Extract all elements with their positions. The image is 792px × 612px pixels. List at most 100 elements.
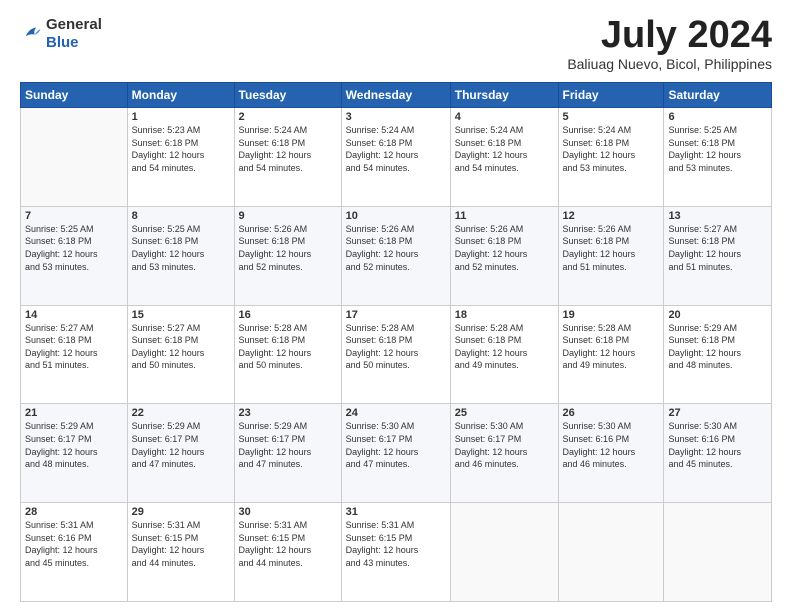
day-info: Sunrise: 5:30 AM Sunset: 6:17 PM Dayligh… <box>346 420 446 470</box>
week-row-5: 28Sunrise: 5:31 AM Sunset: 6:16 PM Dayli… <box>21 503 772 602</box>
day-cell: 9Sunrise: 5:26 AM Sunset: 6:18 PM Daylig… <box>234 206 341 305</box>
day-number: 29 <box>132 506 230 518</box>
day-number: 12 <box>563 210 660 222</box>
day-info: Sunrise: 5:29 AM Sunset: 6:17 PM Dayligh… <box>25 420 123 470</box>
col-header-monday: Monday <box>127 83 234 108</box>
day-cell: 26Sunrise: 5:30 AM Sunset: 6:16 PM Dayli… <box>558 404 664 503</box>
col-header-friday: Friday <box>558 83 664 108</box>
day-info: Sunrise: 5:24 AM Sunset: 6:18 PM Dayligh… <box>346 124 446 174</box>
header: General Blue July 2024 Baliuag Nuevo, Bi… <box>20 16 772 72</box>
col-header-thursday: Thursday <box>450 83 558 108</box>
day-info: Sunrise: 5:25 AM Sunset: 6:18 PM Dayligh… <box>668 124 767 174</box>
day-cell: 8Sunrise: 5:25 AM Sunset: 6:18 PM Daylig… <box>127 206 234 305</box>
calendar-table: SundayMondayTuesdayWednesdayThursdayFrid… <box>20 82 772 602</box>
day-info: Sunrise: 5:31 AM Sunset: 6:15 PM Dayligh… <box>239 519 337 569</box>
day-info: Sunrise: 5:31 AM Sunset: 6:15 PM Dayligh… <box>132 519 230 569</box>
day-number: 6 <box>668 111 767 123</box>
day-info: Sunrise: 5:28 AM Sunset: 6:18 PM Dayligh… <box>346 322 446 372</box>
day-cell: 19Sunrise: 5:28 AM Sunset: 6:18 PM Dayli… <box>558 305 664 404</box>
day-info: Sunrise: 5:28 AM Sunset: 6:18 PM Dayligh… <box>455 322 554 372</box>
day-number: 21 <box>25 407 123 419</box>
day-info: Sunrise: 5:29 AM Sunset: 6:17 PM Dayligh… <box>132 420 230 470</box>
day-cell: 22Sunrise: 5:29 AM Sunset: 6:17 PM Dayli… <box>127 404 234 503</box>
month-year-title: July 2024 <box>567 16 772 54</box>
day-number: 19 <box>563 309 660 321</box>
day-info: Sunrise: 5:29 AM Sunset: 6:18 PM Dayligh… <box>668 322 767 372</box>
day-number: 4 <box>455 111 554 123</box>
day-number: 9 <box>239 210 337 222</box>
day-info: Sunrise: 5:23 AM Sunset: 6:18 PM Dayligh… <box>132 124 230 174</box>
day-number: 25 <box>455 407 554 419</box>
day-info: Sunrise: 5:27 AM Sunset: 6:18 PM Dayligh… <box>25 322 123 372</box>
logo-bird-icon <box>20 23 42 45</box>
col-header-sunday: Sunday <box>21 83 128 108</box>
day-number: 27 <box>668 407 767 419</box>
header-row: SundayMondayTuesdayWednesdayThursdayFrid… <box>21 83 772 108</box>
day-number: 13 <box>668 210 767 222</box>
day-cell: 12Sunrise: 5:26 AM Sunset: 6:18 PM Dayli… <box>558 206 664 305</box>
day-cell: 18Sunrise: 5:28 AM Sunset: 6:18 PM Dayli… <box>450 305 558 404</box>
day-number: 30 <box>239 506 337 518</box>
day-cell <box>450 503 558 602</box>
week-row-1: 1Sunrise: 5:23 AM Sunset: 6:18 PM Daylig… <box>21 108 772 207</box>
day-cell: 6Sunrise: 5:25 AM Sunset: 6:18 PM Daylig… <box>664 108 772 207</box>
day-info: Sunrise: 5:25 AM Sunset: 6:18 PM Dayligh… <box>132 223 230 273</box>
day-cell: 16Sunrise: 5:28 AM Sunset: 6:18 PM Dayli… <box>234 305 341 404</box>
day-cell: 17Sunrise: 5:28 AM Sunset: 6:18 PM Dayli… <box>341 305 450 404</box>
day-number: 14 <box>25 309 123 321</box>
day-cell: 30Sunrise: 5:31 AM Sunset: 6:15 PM Dayli… <box>234 503 341 602</box>
day-cell: 21Sunrise: 5:29 AM Sunset: 6:17 PM Dayli… <box>21 404 128 503</box>
logo-text: General Blue <box>46 16 102 52</box>
day-cell: 7Sunrise: 5:25 AM Sunset: 6:18 PM Daylig… <box>21 206 128 305</box>
day-cell: 1Sunrise: 5:23 AM Sunset: 6:18 PM Daylig… <box>127 108 234 207</box>
day-info: Sunrise: 5:31 AM Sunset: 6:15 PM Dayligh… <box>346 519 446 569</box>
day-info: Sunrise: 5:25 AM Sunset: 6:18 PM Dayligh… <box>25 223 123 273</box>
day-cell: 2Sunrise: 5:24 AM Sunset: 6:18 PM Daylig… <box>234 108 341 207</box>
logo: General Blue <box>20 16 102 52</box>
day-cell: 13Sunrise: 5:27 AM Sunset: 6:18 PM Dayli… <box>664 206 772 305</box>
day-number: 18 <box>455 309 554 321</box>
day-info: Sunrise: 5:31 AM Sunset: 6:16 PM Dayligh… <box>25 519 123 569</box>
day-info: Sunrise: 5:29 AM Sunset: 6:17 PM Dayligh… <box>239 420 337 470</box>
day-number: 11 <box>455 210 554 222</box>
day-cell: 10Sunrise: 5:26 AM Sunset: 6:18 PM Dayli… <box>341 206 450 305</box>
day-number: 2 <box>239 111 337 123</box>
day-info: Sunrise: 5:28 AM Sunset: 6:18 PM Dayligh… <box>239 322 337 372</box>
day-cell: 3Sunrise: 5:24 AM Sunset: 6:18 PM Daylig… <box>341 108 450 207</box>
day-cell: 4Sunrise: 5:24 AM Sunset: 6:18 PM Daylig… <box>450 108 558 207</box>
day-number: 22 <box>132 407 230 419</box>
day-number: 20 <box>668 309 767 321</box>
day-info: Sunrise: 5:30 AM Sunset: 6:16 PM Dayligh… <box>563 420 660 470</box>
logo-line1: General <box>46 16 102 34</box>
day-info: Sunrise: 5:30 AM Sunset: 6:16 PM Dayligh… <box>668 420 767 470</box>
day-cell <box>558 503 664 602</box>
day-cell: 11Sunrise: 5:26 AM Sunset: 6:18 PM Dayli… <box>450 206 558 305</box>
col-header-saturday: Saturday <box>664 83 772 108</box>
day-cell: 29Sunrise: 5:31 AM Sunset: 6:15 PM Dayli… <box>127 503 234 602</box>
day-info: Sunrise: 5:24 AM Sunset: 6:18 PM Dayligh… <box>455 124 554 174</box>
week-row-2: 7Sunrise: 5:25 AM Sunset: 6:18 PM Daylig… <box>21 206 772 305</box>
location-label: Baliuag Nuevo, Bicol, Philippines <box>567 56 772 72</box>
day-cell: 25Sunrise: 5:30 AM Sunset: 6:17 PM Dayli… <box>450 404 558 503</box>
day-number: 1 <box>132 111 230 123</box>
week-row-4: 21Sunrise: 5:29 AM Sunset: 6:17 PM Dayli… <box>21 404 772 503</box>
day-info: Sunrise: 5:27 AM Sunset: 6:18 PM Dayligh… <box>132 322 230 372</box>
day-cell: 5Sunrise: 5:24 AM Sunset: 6:18 PM Daylig… <box>558 108 664 207</box>
day-number: 23 <box>239 407 337 419</box>
day-info: Sunrise: 5:24 AM Sunset: 6:18 PM Dayligh… <box>239 124 337 174</box>
calendar-page: General Blue July 2024 Baliuag Nuevo, Bi… <box>0 0 792 612</box>
day-cell <box>21 108 128 207</box>
day-cell: 23Sunrise: 5:29 AM Sunset: 6:17 PM Dayli… <box>234 404 341 503</box>
day-number: 24 <box>346 407 446 419</box>
day-info: Sunrise: 5:26 AM Sunset: 6:18 PM Dayligh… <box>455 223 554 273</box>
day-number: 7 <box>25 210 123 222</box>
day-number: 5 <box>563 111 660 123</box>
day-info: Sunrise: 5:26 AM Sunset: 6:18 PM Dayligh… <box>563 223 660 273</box>
day-cell: 20Sunrise: 5:29 AM Sunset: 6:18 PM Dayli… <box>664 305 772 404</box>
day-cell: 15Sunrise: 5:27 AM Sunset: 6:18 PM Dayli… <box>127 305 234 404</box>
logo-line2: Blue <box>46 34 102 52</box>
col-header-wednesday: Wednesday <box>341 83 450 108</box>
day-number: 26 <box>563 407 660 419</box>
day-number: 28 <box>25 506 123 518</box>
week-row-3: 14Sunrise: 5:27 AM Sunset: 6:18 PM Dayli… <box>21 305 772 404</box>
